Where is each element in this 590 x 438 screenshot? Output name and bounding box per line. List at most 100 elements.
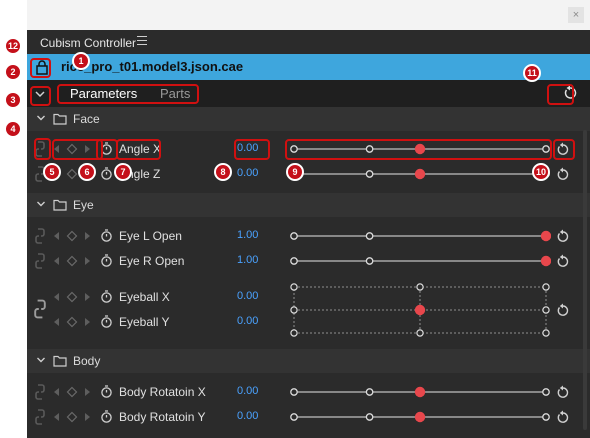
- reset-icon[interactable]: [556, 384, 570, 400]
- group-header-eye[interactable]: Eye: [27, 193, 590, 217]
- parameter-name: Body Rotatoin X: [119, 385, 206, 399]
- parameter-row: Eye R Open 1.00: [27, 248, 590, 274]
- annotation-box-reset-all: [547, 84, 574, 105]
- parameter-value[interactable]: 0.00: [237, 410, 277, 422]
- folder-icon: [53, 355, 67, 367]
- chevron-down-icon[interactable]: [36, 355, 46, 365]
- parameter-name: Eyeball Y: [119, 315, 170, 329]
- parameter-slider[interactable]: [289, 253, 551, 269]
- reset-icon[interactable]: [556, 409, 570, 425]
- stopwatch-icon[interactable]: [100, 315, 113, 328]
- parameter-slider[interactable]: [289, 384, 551, 400]
- parameter-value[interactable]: 0.00: [237, 290, 277, 302]
- stopwatch-icon[interactable]: [100, 290, 113, 303]
- annotation-badge: 7: [114, 163, 132, 181]
- reset-icon[interactable]: [556, 166, 570, 182]
- parameter-value[interactable]: 0.00: [237, 167, 277, 179]
- reset-icon[interactable]: [556, 228, 570, 244]
- slider-keypoint: [542, 388, 550, 396]
- parameter-value[interactable]: 0.00: [237, 315, 277, 327]
- stopwatch-icon[interactable]: [100, 167, 113, 180]
- annotation-box-tabs: [57, 84, 199, 104]
- annotation-box-reset: [553, 139, 575, 160]
- slider-keypoint: [365, 232, 374, 240]
- panel-title: Cubism Controller: [40, 36, 137, 50]
- annotation-badge: 8: [214, 163, 232, 181]
- slider-keypoint: [365, 170, 374, 178]
- parameter-row: Eye L Open 1.00: [27, 223, 590, 249]
- group-name: Body: [73, 354, 101, 368]
- annotation-badge: 6: [78, 163, 96, 181]
- link-off-icon[interactable]: [35, 384, 45, 400]
- parameter-xy-block: Eyeball X 0.00 Eyeball Y 0.00: [27, 280, 590, 340]
- parameter-slider[interactable]: [289, 409, 551, 425]
- annotation-badge: 3: [4, 91, 22, 109]
- annotation-box-link: [34, 138, 51, 160]
- group-header-face[interactable]: Face: [27, 107, 590, 131]
- reset-icon[interactable]: [556, 302, 570, 318]
- parameter-row: Body Rotatoin Y 0.00: [27, 404, 590, 430]
- parameter-slider[interactable]: [289, 166, 551, 182]
- annotation-badge: 10: [532, 163, 550, 181]
- keyframe-nav-icons[interactable]: [52, 291, 92, 303]
- stopwatch-icon[interactable]: [100, 410, 113, 423]
- slider-handle[interactable]: [414, 168, 426, 180]
- slider-keypoint: [365, 413, 374, 421]
- slider-keypoint: [290, 388, 298, 396]
- keyframe-nav-icons[interactable]: [52, 316, 92, 328]
- parameter-name: Eye L Open: [119, 229, 182, 243]
- annotation-box-stopwatch: [96, 139, 118, 160]
- chevron-down-icon[interactable]: [36, 113, 46, 123]
- link-off-icon[interactable]: [35, 253, 45, 269]
- annotation-badge: 5: [43, 163, 61, 181]
- keyframe-nav-icons[interactable]: [52, 255, 92, 267]
- annotation-badge: 2: [4, 63, 22, 81]
- stopwatch-icon[interactable]: [100, 254, 113, 267]
- group-header-body[interactable]: Body: [27, 349, 590, 373]
- keyframe-nav-icons[interactable]: [52, 230, 92, 242]
- keyframe-nav-icons[interactable]: [52, 411, 92, 423]
- slider-keypoint: [290, 232, 298, 240]
- parameter-name: Eye R Open: [119, 254, 185, 268]
- model-bar[interactable]: rice_pro_t01.model3.json.cae: [27, 54, 590, 80]
- annotation-badge: 4: [4, 120, 22, 138]
- folder-icon: [53, 113, 67, 125]
- reset-icon[interactable]: [556, 253, 570, 269]
- annotation-box-name: [116, 139, 161, 160]
- group-name: Eye: [73, 198, 94, 212]
- stopwatch-icon[interactable]: [100, 385, 113, 398]
- slider-keypoint: [365, 388, 374, 396]
- window-top-strip: ×: [27, 0, 590, 30]
- close-icon[interactable]: ×: [568, 7, 584, 23]
- slider-keypoint: [542, 413, 550, 421]
- stopwatch-icon[interactable]: [100, 229, 113, 242]
- annotation-box-slider: [285, 139, 552, 160]
- slider-handle[interactable]: [540, 255, 551, 267]
- parameter-value[interactable]: 1.00: [237, 229, 277, 241]
- slider-handle[interactable]: [414, 386, 426, 398]
- slider-handle[interactable]: [414, 411, 426, 423]
- hamburger-menu-icon[interactable]: [137, 36, 147, 46]
- scrollbar[interactable]: [583, 130, 587, 430]
- parameter-row: Body Rotatoin X 0.00: [27, 379, 590, 405]
- parameter-value[interactable]: 0.00: [237, 385, 277, 397]
- link-off-icon[interactable]: [35, 228, 45, 244]
- xy-handle[interactable]: [414, 304, 426, 316]
- parameter-name: Body Rotatoin Y: [119, 410, 206, 424]
- keyframe-nav-icons[interactable]: [52, 386, 92, 398]
- cubism-controller-panel: × Cubism Controller rice_pro_t01.model3.…: [27, 0, 590, 438]
- link-off-icon[interactable]: [35, 409, 45, 425]
- slider-keypoint: [365, 257, 374, 265]
- parameter-name: Eyeball X: [119, 290, 170, 304]
- panel-titlebar: Cubism Controller: [27, 30, 590, 54]
- annotation-badge: 1: [72, 52, 90, 70]
- xy-parameter-pad[interactable]: [289, 283, 551, 337]
- slider-handle[interactable]: [540, 230, 551, 242]
- chevron-down-icon[interactable]: [36, 199, 46, 209]
- parameter-slider[interactable]: [289, 228, 551, 244]
- annotation-box-lock: [30, 58, 51, 78]
- slider-keypoint: [290, 257, 298, 265]
- annotation-badge: 11: [523, 64, 541, 82]
- parameter-value[interactable]: 1.00: [237, 254, 277, 266]
- annotation-box-collapse: [30, 86, 51, 106]
